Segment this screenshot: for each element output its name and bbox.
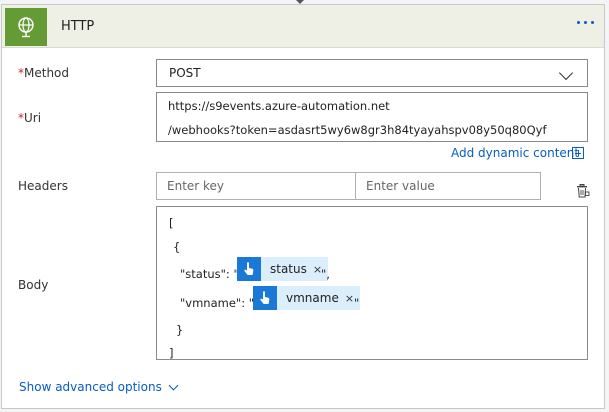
vmname-token[interactable]: vmname ×: [253, 286, 361, 310]
action-header[interactable]: HTTP: [2, 5, 604, 48]
touch-icon: [253, 286, 277, 310]
uri-label: *Uri: [18, 111, 42, 125]
delete-header-icon[interactable]: [576, 183, 590, 198]
method-label: *Method: [18, 66, 70, 80]
add-dynamic-content-icon[interactable]: [572, 147, 584, 159]
header-value-input[interactable]: Enter value: [355, 172, 541, 200]
body-close-bracket: ]: [169, 346, 174, 360]
body-label: Body: [18, 278, 49, 292]
body-status-suffix: ",: [321, 267, 330, 281]
header-value-placeholder: Enter value: [366, 179, 435, 193]
http-action-card: HTTP *Method POST *Uri https://s9events.…: [1, 4, 605, 409]
status-token[interactable]: status ×: [237, 257, 329, 281]
body-editor[interactable]: [ { "status": " status × ", "vmname": " …: [156, 206, 588, 360]
body-open-brace: {: [173, 240, 181, 254]
body-open-bracket: [: [169, 216, 174, 230]
status-token-label: status: [270, 262, 307, 276]
body-close-brace: }: [176, 323, 184, 337]
vmname-token-label: vmname: [286, 291, 339, 305]
touch-icon: [237, 257, 261, 281]
more-options-icon[interactable]: [577, 21, 594, 24]
chevron-down-icon: [168, 380, 179, 390]
action-title: HTTP: [61, 19, 95, 34]
body-status-key: "status": ": [180, 267, 239, 281]
header-key-input[interactable]: Enter key: [156, 172, 356, 200]
add-dynamic-content-link[interactable]: Add dynamic content: [451, 146, 579, 160]
method-value: POST: [169, 66, 201, 80]
headers-label: Headers: [18, 179, 68, 193]
show-advanced-options-link[interactable]: Show advanced options: [19, 380, 179, 394]
header-key-placeholder: Enter key: [167, 179, 225, 193]
globe-icon: [5, 8, 47, 46]
method-select[interactable]: POST: [156, 59, 588, 87]
uri-field[interactable]: https://s9events.azure-automation.net /w…: [156, 92, 588, 142]
body-vmname-suffix: ": [354, 296, 360, 310]
uri-line-1: https://s9events.azure-automation.net: [168, 99, 390, 113]
uri-line-2: /webhooks?token=asdasrt5wy6w8gr3h84tyaya…: [168, 123, 547, 137]
body-vmname-key: "vmname": ": [180, 296, 255, 310]
chevron-down-icon: [558, 65, 574, 81]
